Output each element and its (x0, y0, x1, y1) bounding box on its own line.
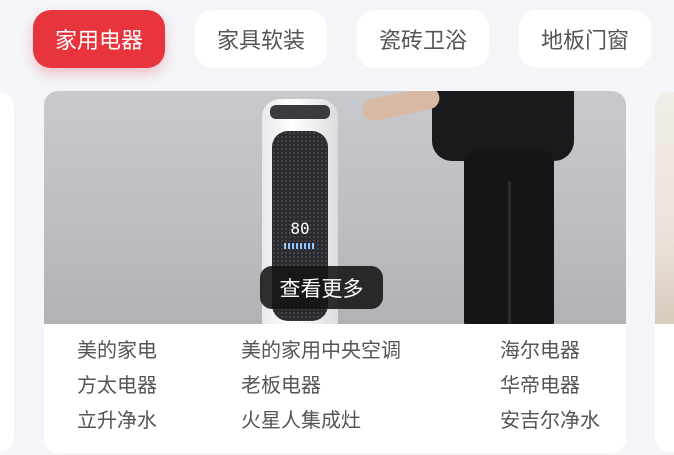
heater-level-bars (284, 243, 316, 249)
tab-home-appliances[interactable]: 家用电器 (33, 10, 166, 68)
brand-link[interactable]: 安吉尔净水 (500, 407, 600, 433)
brand-link[interactable]: 立升净水 (77, 407, 157, 433)
brand-link[interactable]: 美的家用中央空调 (241, 337, 401, 363)
heater-control-top (270, 105, 330, 119)
brand-list: 美的家电 美的家用中央空调 海尔电器 方太电器 老板电器 华帝电器 立升净水 火… (44, 331, 626, 451)
next-card-peek[interactable] (655, 92, 674, 452)
heater-display: 80 (290, 219, 310, 238)
brand-link[interactable]: 方太电器 (77, 372, 157, 398)
tab-flooring-doors[interactable]: 地板门窗 (519, 10, 652, 68)
brand-link[interactable]: 华帝电器 (500, 372, 580, 398)
brand-link[interactable]: 美的家电 (77, 337, 157, 363)
next-card-image (655, 92, 674, 324)
brand-link[interactable]: 海尔电器 (500, 337, 580, 363)
category-tabs: 家用电器 家具软装 瓷砖卫浴 地板门窗 (33, 10, 674, 70)
person-legs (464, 151, 554, 324)
brand-link[interactable]: 火星人集成灶 (241, 407, 361, 433)
category-card: 80 查看更多 美的家电 美的家用中央空调 海尔电器 方太电器 老板电器 华帝电… (44, 91, 626, 453)
tab-tiles-bathroom[interactable]: 瓷砖卫浴 (357, 10, 490, 68)
view-more-button[interactable]: 查看更多 (260, 266, 383, 309)
hero-image[interactable]: 80 查看更多 (44, 91, 626, 324)
tab-furniture[interactable]: 家具软装 (195, 10, 328, 68)
category-page: 家用电器 家具软装 瓷砖卫浴 地板门窗 80 查看更多 美的家电 美的家用中央空… (0, 0, 674, 455)
previous-card-peek[interactable] (0, 92, 14, 452)
brand-link[interactable]: 老板电器 (241, 372, 321, 398)
person-arm (360, 91, 442, 123)
